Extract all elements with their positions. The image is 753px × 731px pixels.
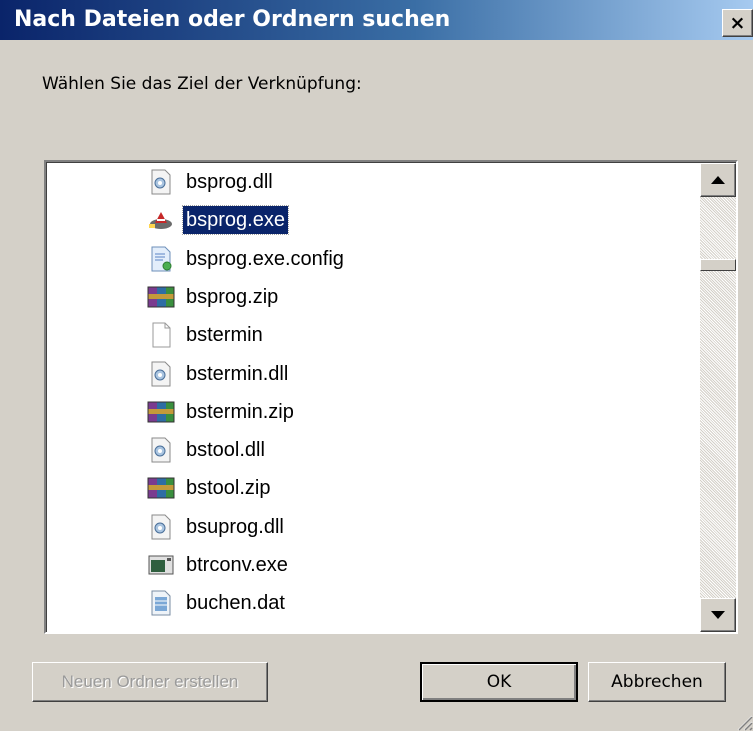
file-tree[interactable]: buchen.dat btrconv.exe bsuprog.dll bstool.z… [44, 160, 738, 634]
close-icon: × [729, 12, 746, 34]
title-bar[interactable]: Nach Dateien oder Ordnern suchen × [0, 0, 753, 40]
file-name-label: bsprog.dll [186, 171, 273, 193]
scrollbar-thumb[interactable] [700, 259, 736, 271]
dialog-title: Nach Dateien oder Ordnern suchen [14, 7, 451, 32]
file-name-label: bsuprog.dll [186, 515, 284, 538]
file-item[interactable]: bstool.zip [147, 471, 274, 505]
file-name-label: bsprog.zip [186, 285, 279, 308]
config-file-icon [147, 245, 175, 273]
file-item[interactable]: bstermin.zip [147, 395, 297, 429]
file-item[interactable]: bsprog.exe.config [147, 242, 347, 276]
resize-grip-icon[interactable] [735, 713, 753, 731]
exe-app-icon [147, 206, 175, 234]
arrow-up-icon [711, 176, 725, 184]
file-item[interactable]: bsprog.exe [147, 203, 289, 237]
file-name-label: buchen.dat [186, 592, 285, 615]
console-exe-icon [147, 551, 175, 579]
file-item[interactable]: buchen.dat [147, 586, 288, 620]
file-name-label: bstermin [186, 324, 263, 347]
scroll-down-button[interactable] [700, 598, 736, 632]
file-name-label: bstool.zip [186, 477, 271, 500]
file-item[interactable]: bsuprog.dll [147, 510, 287, 544]
dll-icon [147, 436, 175, 464]
file-item[interactable]: bsprog.zip [147, 280, 281, 314]
vertical-scrollbar[interactable] [700, 163, 736, 632]
winrar-archive-icon [147, 474, 175, 502]
data-file-icon [147, 589, 175, 617]
winrar-archive-icon [147, 398, 175, 426]
file-name-label: bsprog.exe.config [186, 247, 344, 270]
file-name-label: bsprog.exe [182, 205, 289, 236]
file-item[interactable]: bstermin.dll [147, 357, 291, 391]
file-item[interactable]: bstool.dll [147, 433, 268, 467]
file-list[interactable]: buchen.dat btrconv.exe bsuprog.dll bstool.z… [46, 162, 736, 632]
winrar-archive-icon [147, 283, 175, 311]
scroll-up-button[interactable] [700, 163, 736, 197]
ok-button[interactable]: OK [420, 662, 578, 702]
file-item[interactable]: bstermin [147, 318, 266, 352]
cancel-button[interactable]: Abbrechen [588, 662, 726, 702]
instruction-label: Wählen Sie das Ziel der Verknüpfung: [42, 74, 362, 94]
file-name-label: bstermin.dll [186, 362, 289, 385]
file-name-label: bstool.dll [186, 439, 265, 462]
arrow-down-icon [711, 611, 725, 619]
file-name-label: btrconv.exe [186, 554, 288, 576]
new-folder-button[interactable]: Neuen Ordner erstellen [32, 662, 268, 702]
file-item[interactable]: btrconv.exe [147, 548, 291, 582]
file-name-label: bstermin.zip [186, 400, 294, 423]
close-button[interactable]: × [722, 9, 753, 37]
file-item[interactable]: bsprog.dll [147, 165, 276, 199]
blank-file-icon [147, 321, 175, 349]
dll-icon [147, 360, 175, 388]
dll-icon [147, 168, 175, 196]
dll-icon [147, 513, 175, 541]
